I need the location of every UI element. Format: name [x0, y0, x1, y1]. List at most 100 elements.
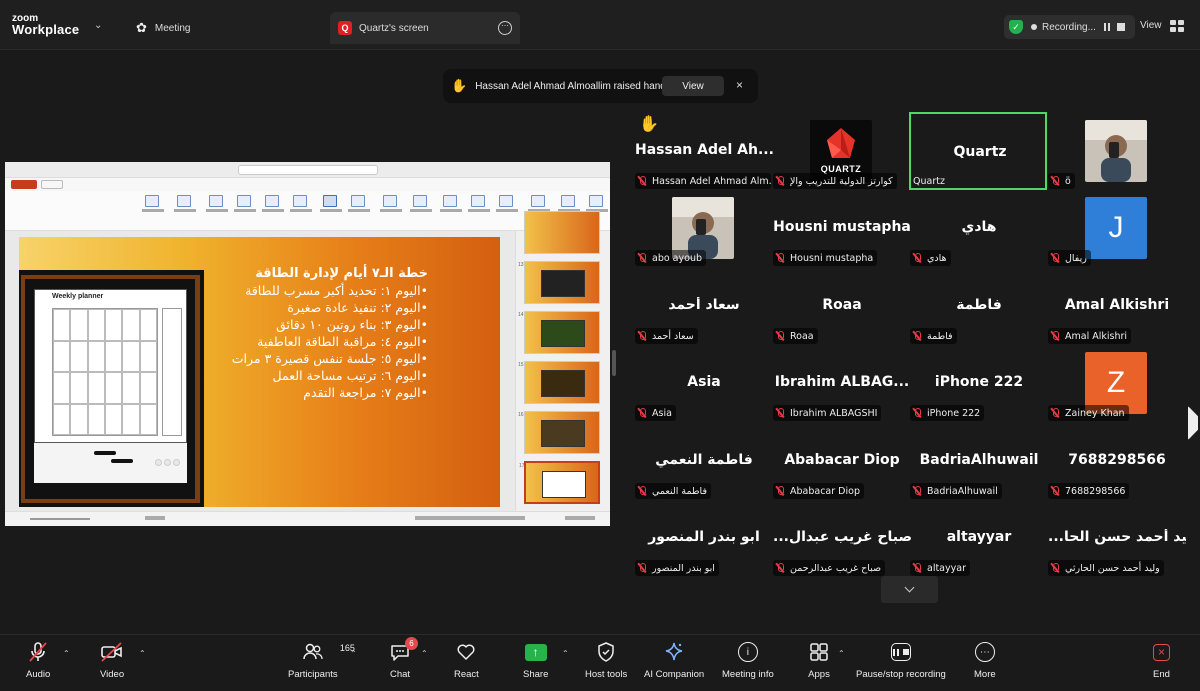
participant-tile[interactable]: سعاد أحمد سعاد أحمد [635, 275, 773, 346]
participants-button[interactable]: 165 Participants [288, 641, 355, 680]
participant-label-text: Roaa [790, 330, 814, 342]
participant-tile[interactable]: فاطمة فاطمة [910, 275, 1048, 346]
slide-line: •اليوم ٢: تنفيذ عادة صغيرة [287, 300, 428, 315]
chat-options-caret-icon[interactable]: ⌃ [421, 649, 428, 658]
slide-line: •اليوم ٣: بناء روتين ١٠ دقائق [276, 317, 428, 332]
participant-label: Zainey Khan [1048, 405, 1129, 421]
share-options-caret-icon[interactable]: ⌃ [562, 649, 569, 658]
notification-view-button[interactable]: View [662, 76, 724, 96]
participant-label-text: Ababacar Diop [790, 485, 860, 497]
participant-label-text: كوارتز الدولية للتدريب والإ [790, 175, 893, 187]
powerpoint-title-bar [5, 162, 610, 178]
participant-tile[interactable]: Amal Alkishri Amal Alkishri [1048, 275, 1186, 346]
zoom-logo[interactable]: zoom Workplace [12, 13, 79, 36]
raised-hand-notification: ✋ Hassan Adel Ahmad Almoallim raised han… [443, 69, 758, 103]
raised-hand-icon: ✋ [639, 116, 659, 133]
participant-tile[interactable]: هادي هادي [910, 197, 1048, 268]
shared-screen[interactable]: Weekly planner خطة الـ٧ أيام لإدارة الطا… [5, 162, 610, 526]
participant-label: سعاد أحمد [635, 328, 698, 344]
participant-tile[interactable]: iPhone 222 iPhone 222 [910, 352, 1048, 423]
info-icon: i [737, 642, 758, 662]
recording-status: ✓ Recording... [1004, 15, 1135, 39]
planner-title: Weekly planner [52, 293, 104, 300]
participant-tile[interactable]: Asia Asia [635, 352, 773, 423]
participant-tile[interactable]: ابو بندر المنصور ابو بندر المنصور [635, 507, 773, 578]
gallery-page-next-icon[interactable] [1188, 406, 1198, 440]
mic-muted-icon [637, 486, 647, 496]
video-options-caret-icon[interactable]: ⌃ [139, 649, 146, 658]
participant-name: 7688298566 [1068, 452, 1166, 468]
participant-label-text: فاطمة النعمي [652, 485, 707, 497]
participant-tile[interactable]: ...صباح غريب عبدال صباح غريب عبدالرحمن [773, 507, 911, 578]
participant-tile[interactable]: Roaa Roaa [773, 275, 911, 346]
participant-tile[interactable]: J ريفال [1048, 197, 1186, 268]
grid-view-icon[interactable] [1170, 20, 1184, 32]
participant-tile[interactable]: Ababacar Diop Ababacar Diop [773, 430, 911, 501]
pause-stop-recording-button[interactable]: Pause/stop recording [856, 641, 946, 680]
tab-meeting[interactable]: ✿ Meeting [130, 12, 196, 44]
participant-name: BadriaAlhuwail [919, 452, 1039, 468]
participant-tile[interactable]: abo ayoub [635, 197, 773, 268]
video-button[interactable]: Video [100, 641, 124, 680]
recording-label: Recording... [1042, 21, 1096, 33]
participant-name: Ibrahim ALBAG... [774, 374, 910, 390]
participant-name: ابو بندر المنصور [648, 529, 760, 545]
participant-tile[interactable]: QUARTZ كوارتز الدولية للتدريب والإ [773, 120, 911, 191]
more-options-icon[interactable]: ⋯ [498, 21, 512, 35]
participant-tile[interactable]: Ibrahim ALBAG... Ibrahim ALBAGSHI [773, 352, 911, 423]
audio-options-caret-icon[interactable]: ⌃ [63, 649, 70, 658]
participant-label: Hassan Adel Ahmad Alm... [635, 173, 771, 189]
participant-label: abo ayoub [635, 250, 706, 266]
participant-tile[interactable]: BadriaAlhuwail BadriaAlhuwail [910, 430, 1048, 501]
participant-tile[interactable]: ö [1048, 120, 1186, 191]
apps-button[interactable]: Apps [808, 641, 830, 680]
view-button[interactable]: View [1140, 20, 1162, 31]
resize-splitter[interactable] [612, 350, 616, 376]
pause-recording-icon[interactable] [1103, 23, 1110, 31]
mic-muted-icon [1050, 176, 1060, 186]
participant-tile[interactable]: Quartz Quartz [909, 112, 1047, 190]
participants-icon [303, 643, 323, 660]
stop-recording-icon[interactable] [1116, 23, 1125, 31]
participant-label: iPhone 222 [910, 405, 985, 421]
participant-tile[interactable]: ✋ Hassan Adel Ah... Hassan Adel Ahmad Alm.… [635, 116, 773, 191]
participants-options-caret-icon[interactable]: ⌃ [350, 649, 357, 658]
quartz-app-icon: Q [338, 21, 352, 35]
slide-line: •اليوم ٥: جلسة تنفس قصيرة ٣ مرات [231, 351, 428, 366]
shield-icon [598, 642, 614, 662]
participant-tile[interactable]: ...وليد أحمد حسن الحا وليد أحمد حسن الحار… [1048, 507, 1186, 578]
share-button[interactable]: ↑ Share [523, 641, 548, 680]
chat-button[interactable]: 6 Chat [389, 637, 418, 680]
participant-tile[interactable]: Housni mustapha Housni mustapha [773, 197, 911, 268]
gallery-scroll-down-button[interactable] [881, 576, 938, 603]
mic-muted-icon [912, 563, 922, 573]
participant-label-text: iPhone 222 [927, 407, 981, 419]
participant-name: فاطمة النعمي [655, 452, 753, 468]
participant-name: فاطمة [956, 297, 1002, 313]
participant-label-text: Ibrahim ALBAGSHI [790, 407, 878, 419]
react-label: React [454, 669, 479, 680]
audio-button[interactable]: Audio [26, 641, 50, 680]
close-icon[interactable]: × [736, 78, 743, 92]
video-off-icon [100, 641, 124, 663]
participant-tile[interactable]: 7688298566 7688298566 [1048, 430, 1186, 501]
participant-label: فاطمة النعمي [635, 483, 711, 499]
participant-tile[interactable]: فاطمة النعمي فاطمة النعمي [635, 430, 773, 501]
participant-tile[interactable]: Z Zainey Khan [1048, 352, 1186, 423]
ai-companion-button[interactable]: AI Companion [644, 641, 704, 680]
slide-line: •اليوم ١: تحديد أكبر مسرب للطاقة [245, 283, 428, 298]
mic-muted-icon [637, 331, 647, 341]
meeting-info-button[interactable]: i Meeting info [722, 641, 774, 680]
participant-label: Amal Alkishri [1048, 328, 1132, 344]
participant-tile[interactable]: altayyar altayyar [910, 507, 1048, 578]
chevron-down-icon[interactable]: ⌄ [94, 20, 102, 31]
apps-label: Apps [808, 669, 830, 680]
apps-options-caret-icon[interactable]: ⌃ [838, 649, 845, 658]
more-button[interactable]: ⋯ More [974, 641, 996, 680]
react-button[interactable]: React [454, 641, 479, 680]
end-meeting-button[interactable]: × End [1153, 641, 1170, 680]
participant-label-text: وليد أحمد حسن الحارثي [1065, 562, 1160, 574]
tab-shared-screen[interactable]: Q Quartz's screen ⋯ [330, 12, 520, 44]
slide-thumbnail: 15 [518, 361, 600, 404]
host-tools-button[interactable]: Host tools [585, 641, 627, 680]
